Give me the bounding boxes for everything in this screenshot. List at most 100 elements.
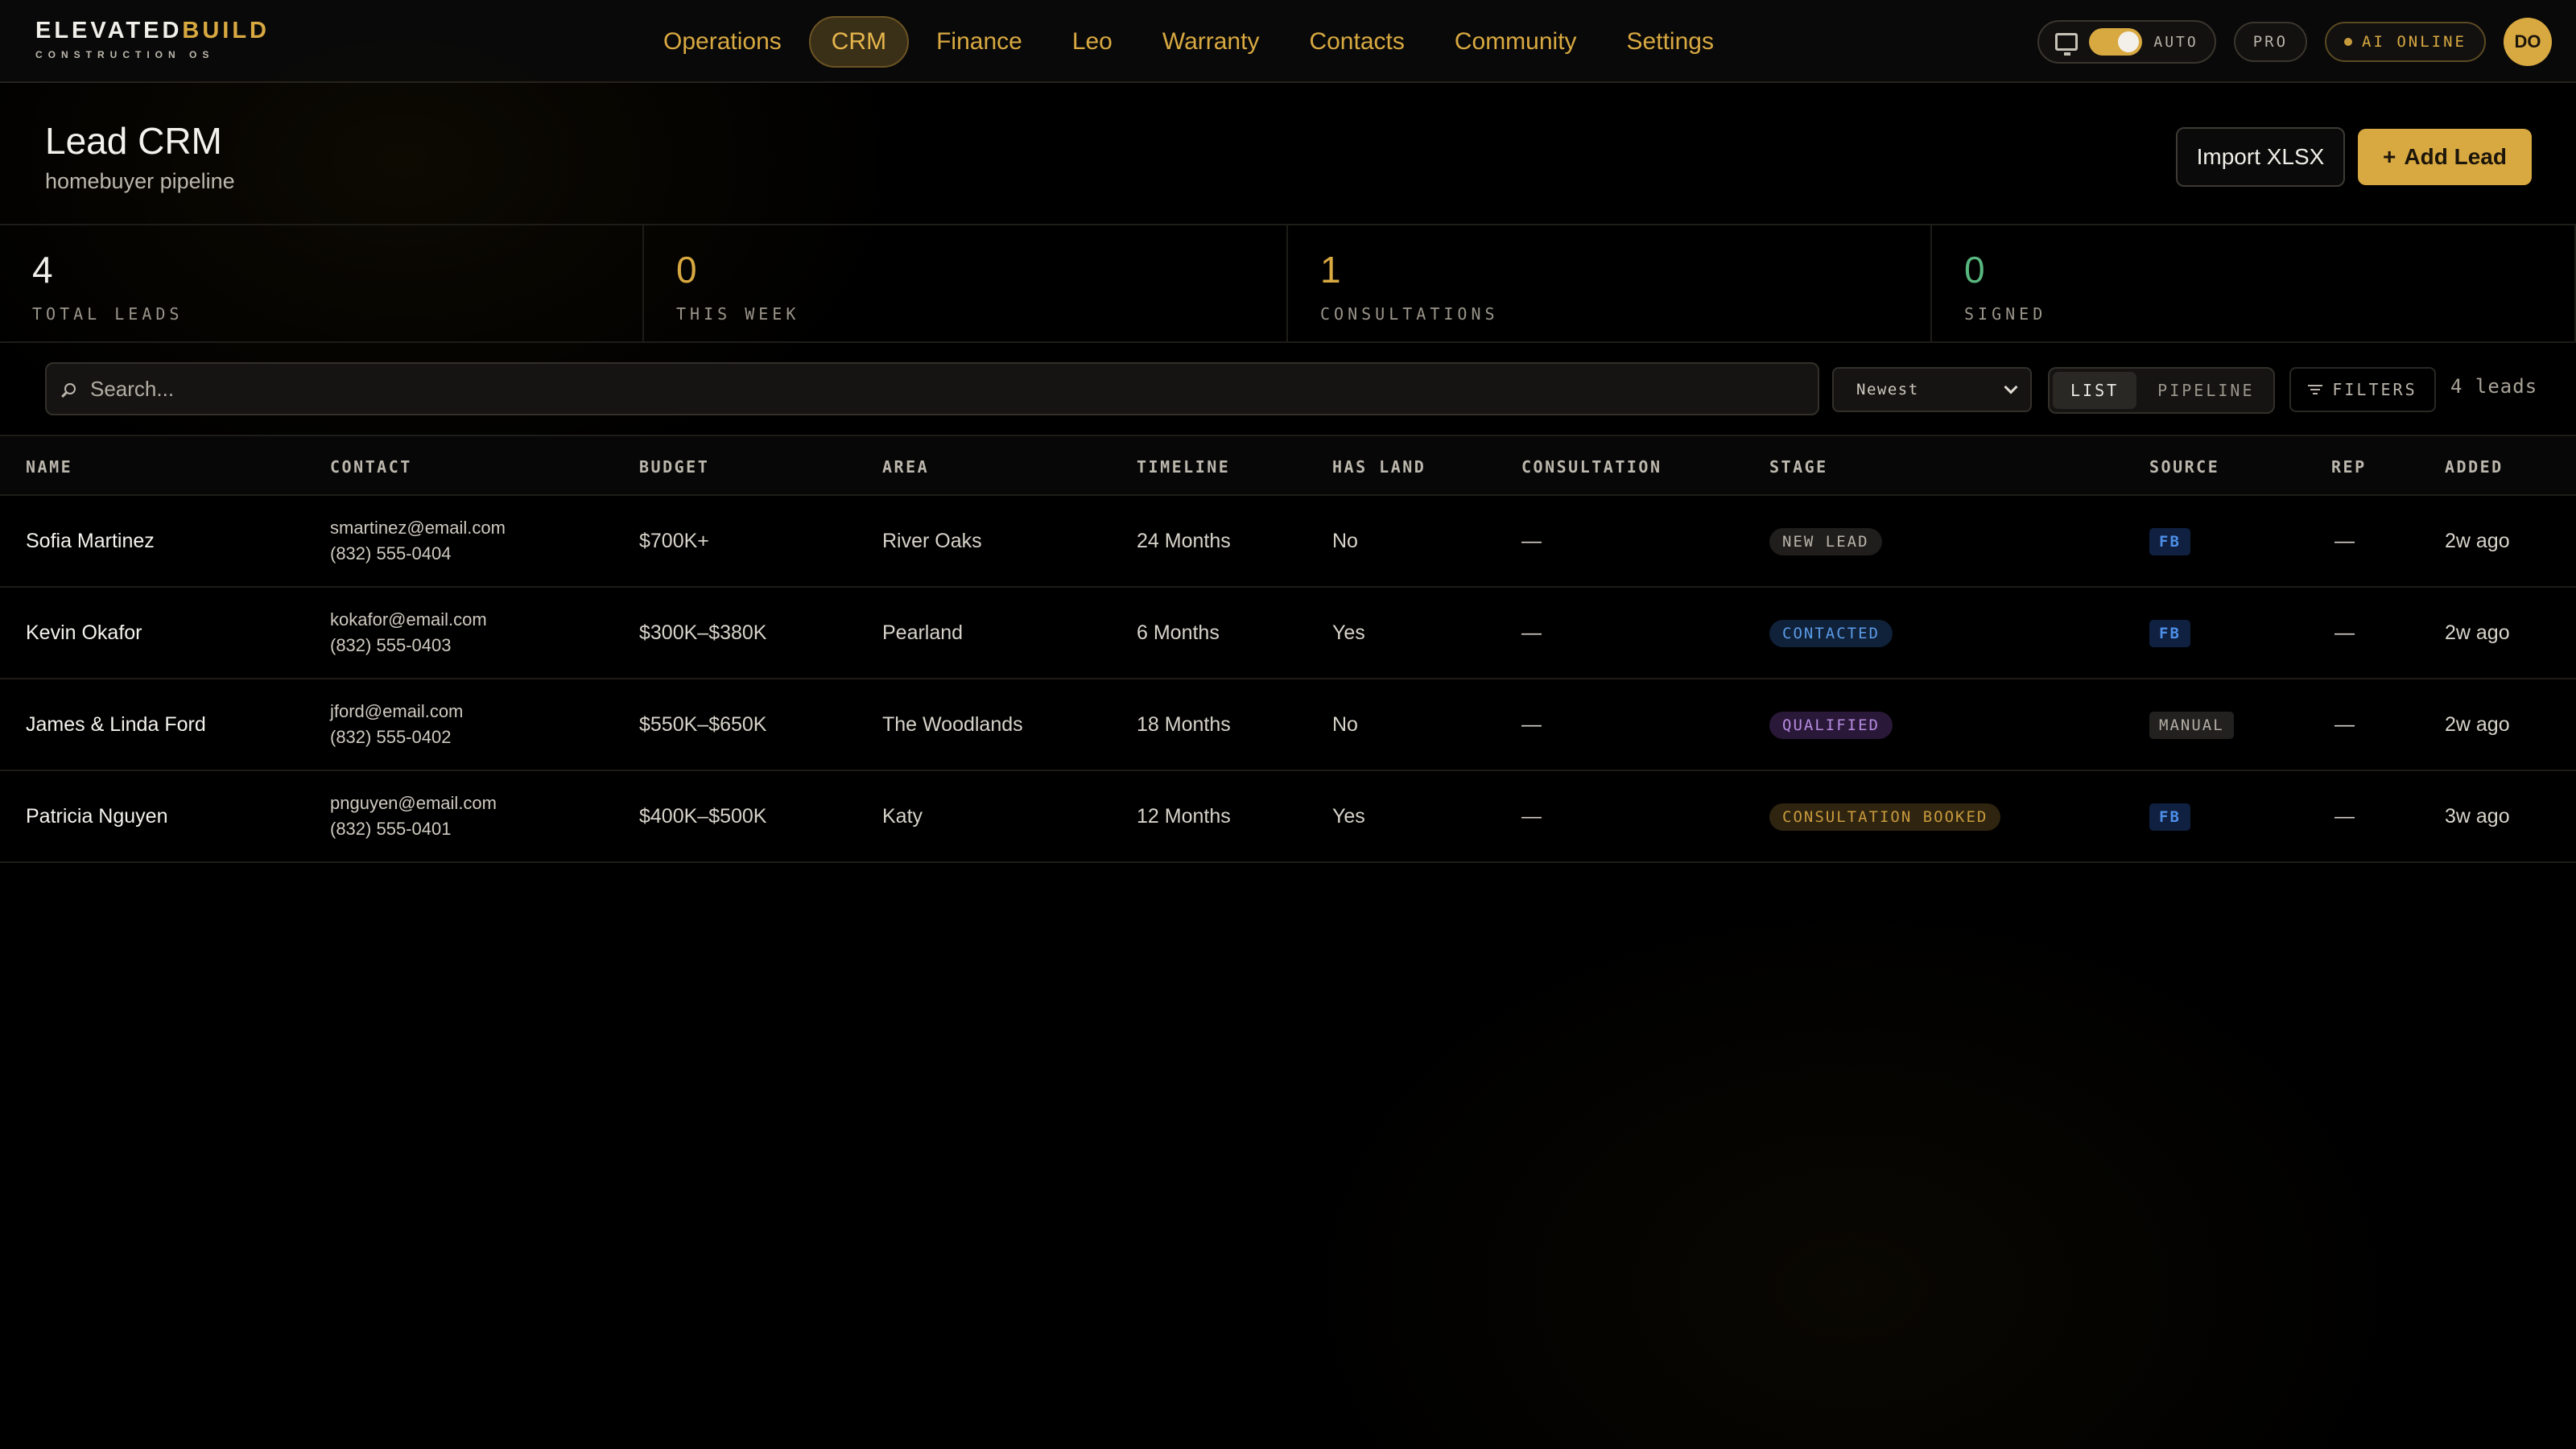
lead-timeline: 24 Months	[1137, 530, 1231, 552]
table-header: NAME CONTACT BUDGET AREA TIMELINE HAS LAND CON…	[0, 435, 2576, 496]
lead-name[interactable]: James & Linda Ford	[26, 713, 206, 737]
lead-name[interactable]: Patricia Nguyen	[26, 805, 167, 828]
lead-contact: kokafor@email.com (832) 555-0403	[330, 607, 487, 658]
lead-added: 2w ago	[2445, 621, 2510, 644]
add-lead-button[interactable]: + Add Lead	[2358, 129, 2532, 185]
stat-label: TOTAL LEADS	[32, 304, 184, 324]
lead-consultation: —	[1521, 713, 1542, 736]
column-header-timeline[interactable]: TIMELINE	[1137, 457, 1230, 477]
lead-email[interactable]: smartinez@email.com	[330, 515, 506, 541]
lead-has-land: No	[1332, 713, 1358, 736]
ai-status-badge[interactable]: AI ONLINE	[2325, 22, 2486, 62]
stage-badge[interactable]: NEW LEAD	[1769, 528, 1882, 555]
monitor-icon	[2055, 33, 2079, 56]
auto-switch[interactable]	[2089, 28, 2143, 56]
search-icon	[64, 383, 76, 394]
top-navbar: ELEVATEDBUILD CONSTRUCTION OS Operations…	[0, 0, 2576, 83]
lead-contact: jford@email.com (832) 555-0402	[330, 699, 463, 750]
user-avatar[interactable]: DO	[2504, 18, 2552, 66]
table-row[interactable]: Kevin Okafor kokafor@email.com (832) 555-0…	[0, 588, 2576, 679]
lead-email[interactable]: pnguyen@email.com	[330, 791, 497, 816]
stage-badge[interactable]: QUALIFIED	[1769, 712, 1893, 739]
sort-value: Newest	[1856, 381, 1919, 398]
lead-name[interactable]: Sofia Martinez	[26, 530, 155, 553]
stat-card: 1 CONSULTATIONS	[1288, 225, 1932, 341]
nav-finance[interactable]: Finance	[914, 16, 1045, 68]
stage-badge[interactable]: CONSULTATION BOOKED	[1769, 803, 2001, 831]
stat-card: 0 SIGNED	[1932, 225, 2576, 341]
lead-count: 4 leads	[2450, 375, 2538, 398]
brand-name: ELEVATEDBUILD	[35, 18, 270, 43]
sort-select[interactable]: Newest	[1832, 367, 2032, 412]
source-badge: FB	[2149, 528, 2190, 555]
column-header-name[interactable]: NAME	[26, 457, 72, 477]
column-header-area[interactable]: AREA	[882, 457, 929, 477]
lead-budget: $550K–$650K	[639, 713, 767, 736]
lead-rep: —	[2334, 713, 2355, 736]
stat-label: SIGNED	[1964, 304, 2047, 324]
table-row[interactable]: Patricia Nguyen pnguyen@email.com (832) 55…	[0, 771, 2576, 863]
lead-rep: —	[2334, 805, 2355, 828]
view-pipeline-button[interactable]: PIPELINE	[2140, 372, 2272, 409]
search-box[interactable]	[45, 362, 1819, 415]
lead-phone[interactable]: (832) 555-0403	[330, 633, 487, 658]
column-header-rep[interactable]: REP	[2331, 457, 2367, 477]
status-dot-icon	[2344, 38, 2353, 46]
filter-icon	[2308, 384, 2323, 395]
lead-area: River Oaks	[882, 530, 982, 552]
stat-value: 0	[1964, 249, 1985, 291]
lead-timeline: 18 Months	[1137, 713, 1231, 736]
nav-operations[interactable]: Operations	[641, 16, 804, 68]
lead-name[interactable]: Kevin Okafor	[26, 621, 142, 645]
lead-timeline: 6 Months	[1137, 621, 1220, 644]
lead-email[interactable]: kokafor@email.com	[330, 607, 487, 633]
top-right-controls: AUTO PRO AI ONLINE DO	[2037, 18, 2552, 66]
nav-settings[interactable]: Settings	[1604, 16, 1736, 68]
column-header-source[interactable]: SOURCE	[2149, 457, 2219, 477]
lead-has-land: Yes	[1332, 805, 1365, 828]
pro-badge[interactable]: PRO	[2233, 22, 2308, 62]
stat-value: 1	[1320, 249, 1341, 291]
nav-warranty[interactable]: Warranty	[1140, 16, 1282, 68]
display-mode-toggle[interactable]: AUTO	[2037, 20, 2216, 64]
lead-area: The Woodlands	[882, 713, 1023, 736]
source-badge: MANUAL	[2149, 712, 2234, 739]
lead-email[interactable]: jford@email.com	[330, 699, 463, 724]
import-xlsx-button[interactable]: Import XLSX	[2176, 127, 2345, 187]
column-header-contact[interactable]: CONTACT	[330, 457, 412, 477]
table-row[interactable]: Sofia Martinez smartinez@email.com (832) 5…	[0, 496, 2576, 588]
stats-bar: 4 TOTAL LEADS 0 THIS WEEK 1 CONSULTATIONS 0 SIG…	[0, 224, 2576, 343]
search-input[interactable]	[90, 376, 1700, 402]
lead-consultation: —	[1521, 805, 1542, 828]
stage-badge[interactable]: CONTACTED	[1769, 620, 1893, 647]
nav-leo[interactable]: Leo	[1050, 16, 1135, 68]
stat-label: CONSULTATIONS	[1320, 304, 1499, 324]
view-list-button[interactable]: LIST	[2053, 372, 2137, 409]
lead-phone[interactable]: (832) 555-0401	[330, 816, 497, 842]
lead-phone[interactable]: (832) 555-0404	[330, 541, 506, 567]
add-lead-label: Add Lead	[2404, 144, 2507, 169]
column-header-consultation[interactable]: CONSULTATION	[1521, 457, 1662, 477]
lead-budget: $300K–$380K	[639, 621, 767, 644]
nav-crm[interactable]: CRM	[808, 16, 910, 68]
nav-community[interactable]: Community	[1432, 16, 1600, 68]
lead-added: 2w ago	[2445, 530, 2510, 552]
view-switcher: LIST PIPELINE	[2048, 367, 2275, 414]
main-nav: Operations CRM Finance Leo Warranty Contacts C…	[641, 16, 1741, 68]
column-header-added[interactable]: ADDED	[2445, 457, 2504, 477]
page-subtitle: homebuyer pipeline	[45, 169, 235, 193]
lead-phone[interactable]: (832) 555-0402	[330, 724, 463, 750]
lead-timeline: 12 Months	[1137, 805, 1231, 828]
table-row[interactable]: James & Linda Ford jford@email.com (832) 5…	[0, 679, 2576, 771]
filters-button[interactable]: FILTERS	[2289, 367, 2436, 412]
lead-added: 3w ago	[2445, 805, 2510, 828]
nav-contacts[interactable]: Contacts	[1286, 16, 1426, 68]
stat-card: 0 THIS WEEK	[644, 225, 1288, 341]
lead-area: Pearland	[882, 621, 964, 644]
column-header-has-land[interactable]: HAS LAND	[1332, 457, 1426, 477]
brand-logo[interactable]: ELEVATEDBUILD CONSTRUCTION OS	[35, 18, 270, 60]
lead-has-land: No	[1332, 530, 1358, 552]
column-header-budget[interactable]: BUDGET	[639, 457, 709, 477]
column-header-stage[interactable]: STAGE	[1769, 457, 1828, 477]
lead-rep: —	[2334, 621, 2355, 644]
